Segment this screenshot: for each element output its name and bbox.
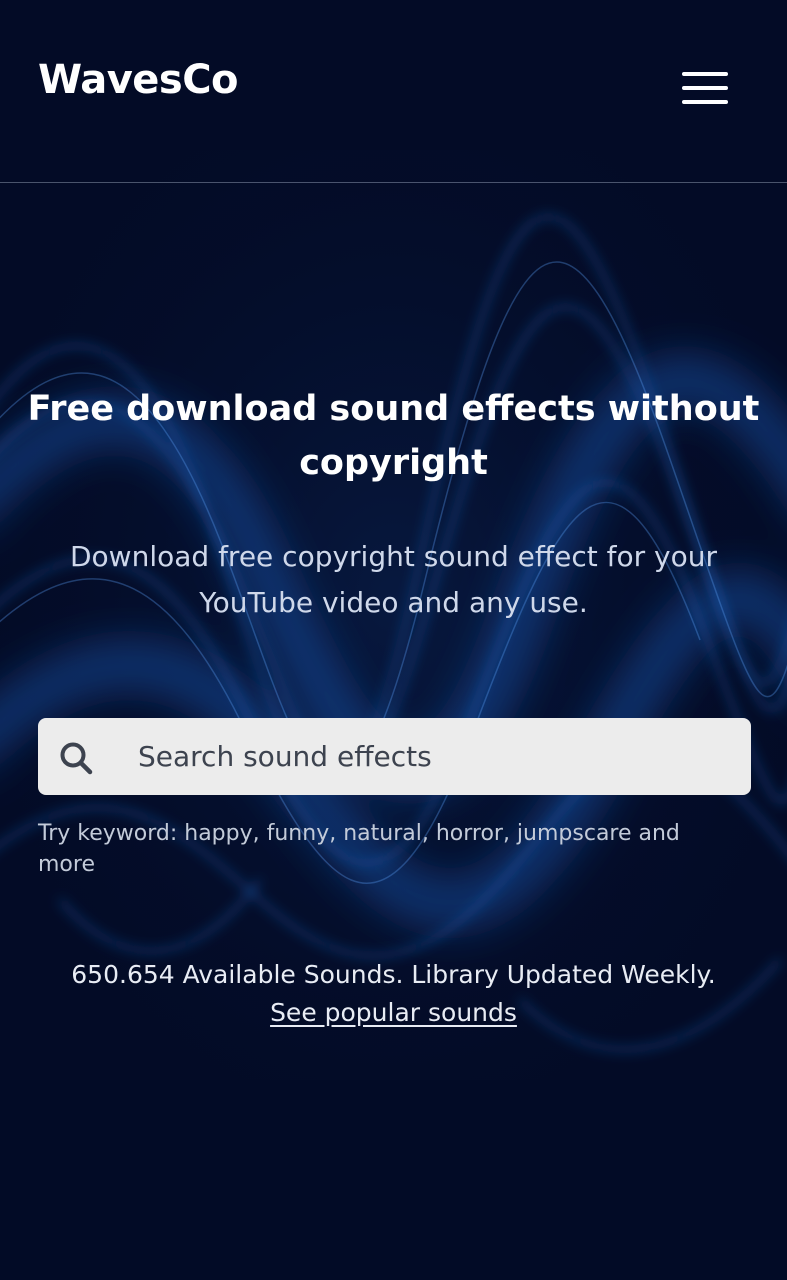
see-popular-sounds-link[interactable]: See popular sounds bbox=[270, 998, 517, 1027]
page-subtitle: Download free copyright sound effect for… bbox=[69, 540, 717, 619]
search-icon[interactable] bbox=[58, 740, 94, 776]
popular-sounds-line: See popular sounds bbox=[20, 994, 767, 1032]
search-input[interactable] bbox=[124, 726, 734, 787]
page-title: Free download sound effects without copy… bbox=[27, 389, 760, 483]
search-hint: Try keyword: happy, funny, natural, horr… bbox=[38, 821, 680, 877]
library-stats: 650.654 Available Sounds. Library Update… bbox=[71, 960, 716, 989]
hero-section: Free download sound effects without copy… bbox=[0, 0, 787, 1280]
